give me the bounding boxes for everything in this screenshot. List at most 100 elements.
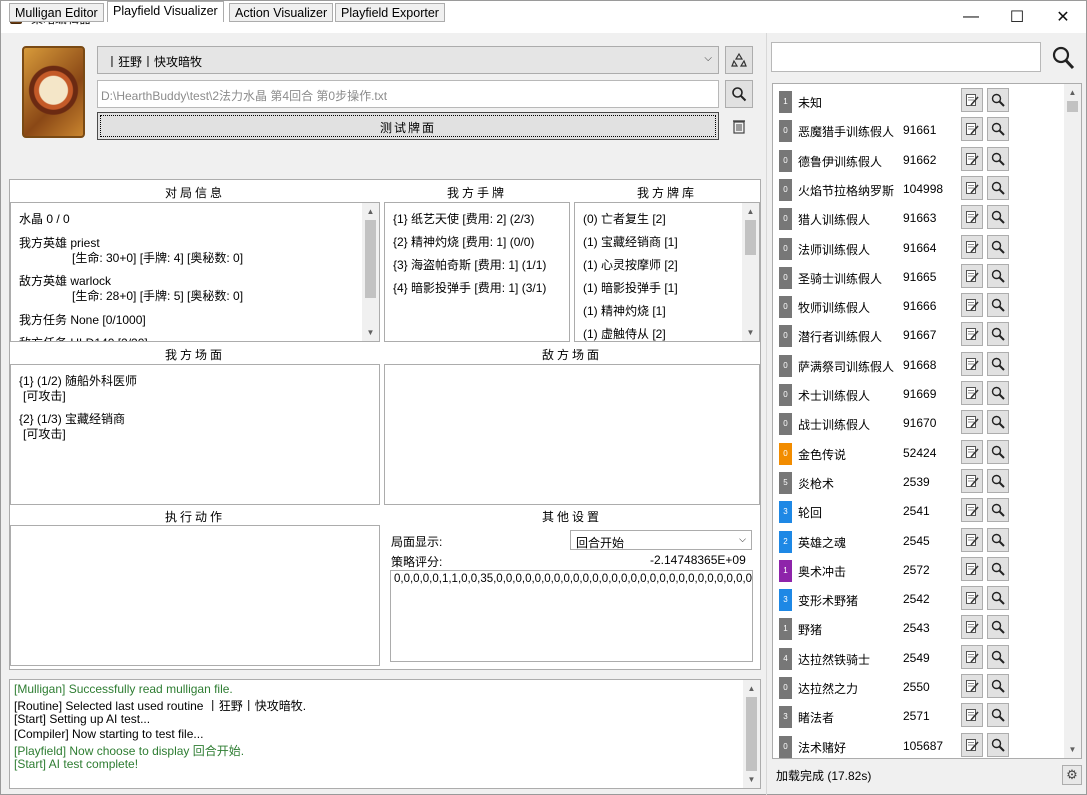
edit-button[interactable]: [961, 351, 983, 376]
inspect-button[interactable]: [987, 381, 1009, 405]
profile-search-input[interactable]: [771, 42, 1041, 72]
profile-list-scrollbar[interactable]: ▲ ▼: [1064, 84, 1081, 758]
scroll-thumb[interactable]: [1067, 101, 1078, 112]
inspect-button[interactable]: [987, 732, 1009, 757]
scroll-down-icon[interactable]: ▼: [742, 324, 759, 341]
inspect-button[interactable]: [987, 234, 1009, 259]
profile-row[interactable]: 0 法师训练假人 91664: [773, 233, 1063, 262]
scroll-down-icon[interactable]: ▼: [1064, 741, 1081, 758]
routine-select[interactable]: 丨狂野丨快攻暗牧 ⌵: [97, 46, 719, 74]
edit-button[interactable]: [961, 234, 983, 259]
profile-row[interactable]: 3 睹法者 2571: [773, 701, 1063, 730]
inspect-button[interactable]: [987, 703, 1009, 728]
edit-button[interactable]: [961, 322, 983, 347]
tab-action-visualizer[interactable]: Action Visualizer: [229, 3, 334, 22]
inspect-button[interactable]: [987, 674, 1009, 698]
inspect-button[interactable]: [987, 468, 1009, 493]
close-button[interactable]: ✕: [1040, 1, 1086, 33]
inspect-button[interactable]: [987, 644, 1009, 669]
browse-button[interactable]: [725, 80, 753, 108]
display-select[interactable]: 回合开始 ⌵: [570, 530, 752, 550]
profile-row[interactable]: 0 猎人训练假人 91663: [773, 203, 1063, 232]
inspect-button[interactable]: [987, 293, 1009, 318]
scroll-up-icon[interactable]: ▲: [742, 203, 759, 220]
profile-row[interactable]: 5 炎枪术 2539: [773, 467, 1063, 496]
game-info-scrollbar[interactable]: ▲ ▼: [362, 203, 379, 341]
inspect-button[interactable]: [987, 351, 1009, 376]
profile-row[interactable]: 0 达拉然之力 2550: [773, 672, 1063, 701]
profile-row[interactable]: 0 萨满祭司训练假人 91668: [773, 350, 1063, 379]
inspect-button[interactable]: [987, 439, 1009, 464]
profile-row[interactable]: 4 达拉然铁骑士 2549: [773, 643, 1063, 672]
gear-icon[interactable]: ⚙: [1062, 765, 1082, 785]
maximize-button[interactable]: ☐: [994, 1, 1040, 33]
inspect-button[interactable]: [987, 322, 1009, 347]
edit-button[interactable]: [961, 527, 983, 552]
profile-row[interactable]: 3 轮回 2541: [773, 496, 1063, 525]
edit-button[interactable]: [961, 674, 983, 698]
edit-button[interactable]: [961, 615, 983, 640]
scroll-thumb[interactable]: [365, 220, 376, 298]
edit-button[interactable]: [961, 498, 983, 523]
edit-button[interactable]: [961, 732, 983, 757]
inspect-button[interactable]: [987, 88, 1009, 112]
profile-row[interactable]: 0 潜行者训练假人 91667: [773, 320, 1063, 349]
deck-scrollbar[interactable]: ▲ ▼: [742, 203, 759, 341]
edit-button[interactable]: [961, 117, 983, 142]
profile-row[interactable]: 3 变形术野猪 2542: [773, 584, 1063, 613]
profile-row[interactable]: 1 野猪 2543: [773, 613, 1063, 642]
search-icon[interactable]: [1051, 45, 1075, 71]
edit-button[interactable]: [961, 263, 983, 288]
scroll-up-icon[interactable]: ▲: [362, 203, 379, 220]
log-scrollbar[interactable]: ▲ ▼: [743, 680, 760, 788]
edit-button[interactable]: [961, 703, 983, 728]
inspect-button[interactable]: [987, 410, 1009, 435]
profile-row[interactable]: 0 战士训练假人 91670: [773, 408, 1063, 437]
recycle-button[interactable]: [725, 46, 753, 74]
edit-button[interactable]: [961, 88, 983, 112]
delete-button[interactable]: [725, 112, 753, 140]
file-path-field[interactable]: D:\HearthBuddy\test\2法力水晶 第4回合 第0步操作.txt: [97, 80, 719, 108]
inspect-button[interactable]: [987, 498, 1009, 523]
inspect-button[interactable]: [987, 205, 1009, 230]
edit-button[interactable]: [961, 175, 983, 200]
inspect-button[interactable]: [987, 146, 1009, 171]
profile-row[interactable]: 2 英雄之魂 2545: [773, 526, 1063, 555]
test-board-button[interactable]: 测试牌面: [97, 112, 719, 140]
inspect-button[interactable]: [987, 527, 1009, 552]
profile-row[interactable]: 0 火焰节拉格纳罗斯 104998: [773, 174, 1063, 203]
scroll-thumb[interactable]: [746, 697, 757, 771]
edit-button[interactable]: [961, 146, 983, 171]
tab-playfield-exporter[interactable]: Playfield Exporter: [335, 3, 445, 22]
inspect-button[interactable]: [987, 263, 1009, 288]
minimize-button[interactable]: —: [948, 1, 994, 33]
edit-button[interactable]: [961, 410, 983, 435]
profile-row[interactable]: 0 术士训练假人 91669: [773, 379, 1063, 408]
tab-mulligan-editor[interactable]: Mulligan Editor: [9, 3, 104, 22]
profile-row[interactable]: 0 恶魔猎手训练假人 91661: [773, 115, 1063, 144]
scroll-up-icon[interactable]: ▲: [1064, 84, 1081, 101]
inspect-button[interactable]: [987, 175, 1009, 200]
edit-button[interactable]: [961, 586, 983, 611]
scroll-down-icon[interactable]: ▼: [743, 771, 760, 788]
edit-button[interactable]: [961, 644, 983, 669]
profile-row[interactable]: 0 圣骑士训练假人 91665: [773, 262, 1063, 291]
score-vector-field[interactable]: 0,0,0,0,0,1,1,0,0,35,0,0,0,0,0,0,0,0,0,0…: [390, 570, 753, 662]
inspect-button[interactable]: [987, 615, 1009, 640]
profile-row[interactable]: 0 牧师训练假人 91666: [773, 291, 1063, 320]
inspect-button[interactable]: [987, 117, 1009, 142]
edit-button[interactable]: [961, 468, 983, 493]
profile-row[interactable]: 0 金色传说 52424: [773, 438, 1063, 467]
inspect-button[interactable]: [987, 586, 1009, 611]
inspect-button[interactable]: [987, 556, 1009, 581]
edit-button[interactable]: [961, 439, 983, 464]
scroll-down-icon[interactable]: ▼: [362, 324, 379, 341]
edit-button[interactable]: [961, 293, 983, 318]
profile-row[interactable]: 0 法术赌好 105687: [773, 731, 1063, 758]
profile-row[interactable]: 1 奥术冲击 2572: [773, 555, 1063, 584]
profile-row[interactable]: 1 未知: [773, 86, 1063, 115]
scroll-up-icon[interactable]: ▲: [743, 680, 760, 697]
scroll-thumb[interactable]: [745, 220, 756, 255]
edit-button[interactable]: [961, 556, 983, 581]
tab-playfield-visualizer[interactable]: Playfield Visualizer: [107, 1, 224, 22]
